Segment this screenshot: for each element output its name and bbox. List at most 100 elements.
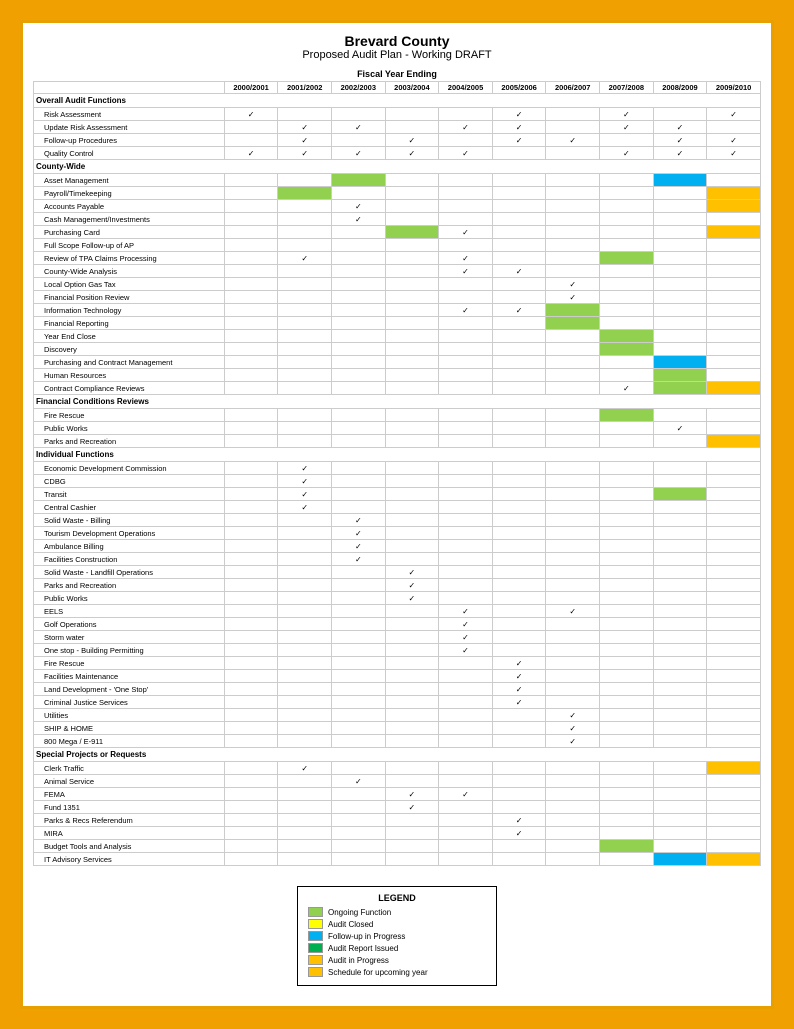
cell-2-2-7	[600, 435, 654, 448]
cell-1-16-0	[224, 382, 278, 395]
cell-3-17-0	[224, 683, 278, 696]
cell-1-15-5	[492, 369, 546, 382]
cell-0-0-5: ✓	[492, 108, 546, 121]
cell-1-12-9	[707, 330, 761, 343]
cell-3-11-8	[653, 605, 707, 618]
cell-1-5-8	[653, 239, 707, 252]
row-label-2-1: Public Works	[34, 422, 225, 435]
cell-4-2-0	[224, 788, 278, 801]
cell-3-13-3	[385, 631, 439, 644]
cell-4-6-5	[492, 840, 546, 853]
cell-3-2-9	[707, 488, 761, 501]
cell-3-5-1	[278, 527, 332, 540]
row-label-3-9: Parks and Recreation	[34, 579, 225, 592]
cell-3-5-0	[224, 527, 278, 540]
table-row: Review of TPA Claims Processing✓✓	[34, 252, 761, 265]
cell-1-6-3	[385, 252, 439, 265]
cell-4-5-6	[546, 827, 600, 840]
row-label-1-7: County-Wide Analysis	[34, 265, 225, 278]
section-header-2: Financial Conditions Reviews	[34, 395, 761, 409]
cell-0-1-3	[385, 121, 439, 134]
cell-3-8-2	[331, 566, 385, 579]
cell-3-15-2	[331, 657, 385, 670]
cell-3-7-8	[653, 553, 707, 566]
cell-3-14-4: ✓	[439, 644, 493, 657]
cell-3-8-4	[439, 566, 493, 579]
cell-1-1-1	[278, 187, 332, 200]
cell-4-3-8	[653, 801, 707, 814]
table-row: Public Works✓	[34, 592, 761, 605]
cell-0-2-4	[439, 134, 493, 147]
cell-1-1-9	[707, 187, 761, 200]
cell-1-15-1	[278, 369, 332, 382]
cell-3-12-4: ✓	[439, 618, 493, 631]
row-label-1-15: Human Resources	[34, 369, 225, 382]
cell-3-7-7	[600, 553, 654, 566]
cell-3-17-2	[331, 683, 385, 696]
cell-3-4-3	[385, 514, 439, 527]
cell-4-5-3	[385, 827, 439, 840]
cell-1-15-0	[224, 369, 278, 382]
cell-4-0-7	[600, 762, 654, 775]
cell-4-3-5	[492, 801, 546, 814]
cell-1-5-9	[707, 239, 761, 252]
legend-closed: Audit Closed	[308, 919, 486, 929]
cell-3-13-1	[278, 631, 332, 644]
cell-1-15-2	[331, 369, 385, 382]
year-2002: 2002/2003	[331, 82, 385, 94]
cell-3-16-7	[600, 670, 654, 683]
cell-4-5-4	[439, 827, 493, 840]
row-label-3-7: Facilities Construction	[34, 553, 225, 566]
row-label-4-6: Budget Tools and Analysis	[34, 840, 225, 853]
cell-3-9-5	[492, 579, 546, 592]
cell-1-10-8	[653, 304, 707, 317]
legend: LEGEND Ongoing Function Audit Closed Fol…	[297, 886, 497, 986]
legend-label-report: Audit Report Issued	[328, 944, 398, 953]
cell-4-7-5	[492, 853, 546, 866]
cell-3-17-1	[278, 683, 332, 696]
cell-3-14-0	[224, 644, 278, 657]
cell-1-6-5	[492, 252, 546, 265]
year-2004: 2004/2005	[439, 82, 493, 94]
cell-3-20-6: ✓	[546, 722, 600, 735]
cell-1-0-4	[439, 174, 493, 187]
row-label-1-8: Local Option Gas Tax	[34, 278, 225, 291]
cell-1-12-6	[546, 330, 600, 343]
table-row: MIRA✓	[34, 827, 761, 840]
cell-3-15-0	[224, 657, 278, 670]
cell-1-3-1	[278, 213, 332, 226]
table-row: Parks and Recreation	[34, 435, 761, 448]
cell-3-13-5	[492, 631, 546, 644]
cell-4-6-6	[546, 840, 600, 853]
cell-3-17-8	[653, 683, 707, 696]
cell-4-4-1	[278, 814, 332, 827]
cell-1-14-9	[707, 356, 761, 369]
cell-3-19-1	[278, 709, 332, 722]
legend-color-ongoing	[308, 907, 323, 917]
cell-1-3-2: ✓	[331, 213, 385, 226]
cell-1-1-4	[439, 187, 493, 200]
section-header-1: County-Wide	[34, 160, 761, 174]
cell-3-10-3: ✓	[385, 592, 439, 605]
cell-1-9-2	[331, 291, 385, 304]
cell-1-1-8	[653, 187, 707, 200]
table-row: Parks & Recs Referendum✓	[34, 814, 761, 827]
cell-3-0-9	[707, 462, 761, 475]
cell-2-1-3	[385, 422, 439, 435]
cell-1-14-4	[439, 356, 493, 369]
cell-1-9-0	[224, 291, 278, 304]
legend-label-audit: Audit in Progress	[328, 956, 389, 965]
cell-4-1-1	[278, 775, 332, 788]
row-label-3-17: Land Development - 'One Stop'	[34, 683, 225, 696]
cell-0-2-6: ✓	[546, 134, 600, 147]
cell-1-15-3	[385, 369, 439, 382]
cell-4-0-0	[224, 762, 278, 775]
cell-1-10-2	[331, 304, 385, 317]
cell-1-12-4	[439, 330, 493, 343]
row-label-4-5: MIRA	[34, 827, 225, 840]
cell-4-7-7	[600, 853, 654, 866]
cell-1-16-4	[439, 382, 493, 395]
table-row: Tourism Development Operations✓	[34, 527, 761, 540]
cell-1-14-3	[385, 356, 439, 369]
cell-1-4-5	[492, 226, 546, 239]
